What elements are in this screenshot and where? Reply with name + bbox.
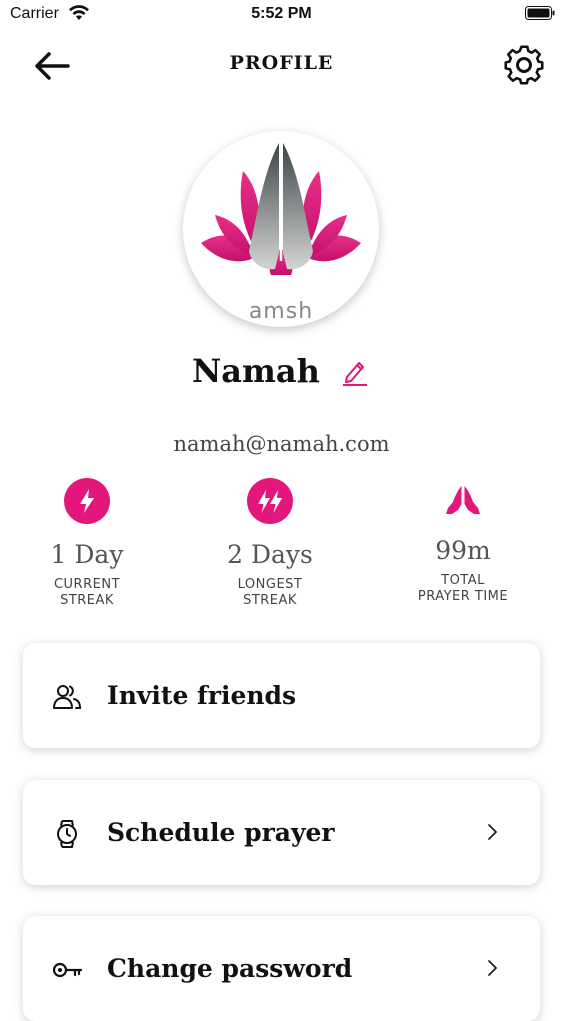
gear-icon [504,45,544,85]
watch-icon [57,820,77,848]
status-time: 5:52 PM [251,5,312,22]
status-bar: Carrier 5:52 PM [0,0,563,30]
lotus-logo-icon [201,143,361,275]
profile-name: Namah [192,352,320,390]
praying-hands-icon [446,486,480,514]
invite-friends-label: Invite friends [107,681,297,710]
change-password-button[interactable]: Change password [23,916,540,1021]
avatar-caption: amsh [248,299,314,324]
avatar[interactable]: amsh [183,131,379,327]
total-prayer-time-stat: 99m TOTAL PRAYER TIME [393,478,533,605]
pencil-icon [342,362,367,386]
longest-streak-label-line2: STREAK [243,593,297,608]
battery-icon [525,6,555,20]
schedule-prayer-button[interactable]: Schedule prayer [23,780,540,885]
current-streak-label-line2: STREAK [60,593,114,608]
current-streak-value: 1 Day [50,540,124,569]
edit-name-button[interactable] [339,355,371,387]
total-prayer-time-label: TOTAL PRAYER TIME [393,573,533,605]
current-streak-stat: 1 Day CURRENT STREAK [22,478,152,609]
schedule-prayer-label: Schedule prayer [107,818,335,847]
longest-streak-label-line1: LONGEST [237,577,303,592]
name-row: Namah [0,352,563,402]
settings-button[interactable] [501,42,547,88]
double-lightning-icon [247,478,293,524]
total-prayer-time-label-line2: PRAYER TIME [417,589,509,604]
users-icon [53,685,82,709]
current-streak-label-line1: CURRENT [53,577,121,592]
total-prayer-time-value: 99m [435,536,491,565]
invite-friends-button[interactable]: Invite friends [23,643,540,748]
lightning-icon [64,478,110,524]
longest-streak-stat: 2 Days LONGEST STREAK [205,478,335,609]
chevron-right-icon [488,824,497,840]
nav-bar: PROFILE [0,40,563,90]
change-password-label: Change password [107,954,353,983]
page-title: PROFILE [229,52,334,74]
total-prayer-time-label-line1: TOTAL [441,573,485,588]
longest-streak-value: 2 Days [227,540,313,569]
longest-streak-label: LONGEST STREAK [205,577,335,609]
current-streak-label: CURRENT STREAK [22,577,152,609]
chevron-right-icon [488,960,497,976]
key-icon [52,962,83,978]
profile-email: namah@namah.com [173,432,390,456]
